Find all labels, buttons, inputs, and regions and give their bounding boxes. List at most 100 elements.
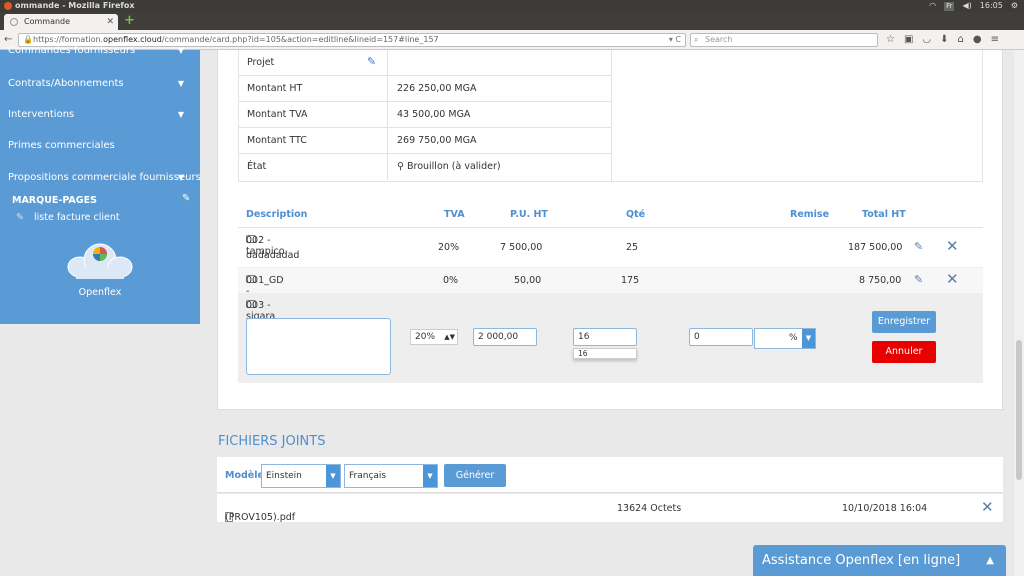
quantity-input[interactable]: 16	[573, 328, 637, 346]
delete-x-icon[interactable]: ✕	[946, 237, 959, 255]
system-tray: ◠ Fr ◀) 16:05 ⚙	[929, 0, 1018, 12]
window-title: ommande - Mozilla Firefox	[15, 1, 135, 10]
browser-tab[interactable]: Commande ✕	[4, 14, 118, 30]
delete-file-x-icon[interactable]: ✕	[981, 498, 994, 516]
lines-header: Description TVA P.U. HT Qté Remise Total…	[238, 200, 983, 228]
chevron-down-icon: ▼	[177, 173, 184, 182]
cancel-button[interactable]: Annuler	[872, 341, 936, 363]
wifi-icon[interactable]: ◠	[929, 0, 936, 12]
sidebar-item-primes[interactable]: Primes commerciales	[8, 139, 192, 153]
menu-icon[interactable]: ≡	[991, 34, 999, 45]
edit-pencil-icon[interactable]: ✎	[914, 240, 923, 253]
info-row-montant-ht: Montant HT 226 250,00 MGA	[239, 76, 611, 102]
tab-title: Commande	[24, 17, 71, 26]
sidebar-item-interventions[interactable]: Interventions ▼	[8, 108, 192, 122]
table-row: 001_GD - GOMME 0% 50,00 175 8 750,00 ✎ ✕	[238, 268, 983, 308]
download-icon[interactable]: ⬇	[940, 34, 948, 45]
reading-list-icon[interactable]: ▣	[904, 34, 913, 45]
os-title-bar: ommande - Mozilla Firefox ◠ Fr ◀) 16:05 …	[0, 0, 1024, 12]
description-textarea[interactable]	[246, 318, 391, 375]
line-total: 187 500,00	[848, 242, 903, 253]
files-toolbar: Modèle Einstein ▼ Français ▼ Générer	[217, 457, 1003, 493]
sidebar-item-propositions-fournisseurs[interactable]: Propositions commerciale fournisseurs ▼	[8, 171, 201, 185]
col-discount: Remise	[790, 209, 830, 220]
chat-icon[interactable]: ●	[973, 34, 982, 45]
col-description: Description	[246, 209, 308, 220]
file-date: 10/10/2018 16:04	[842, 503, 928, 514]
quantity-autocomplete-suggestion[interactable]: 16	[573, 348, 637, 359]
volume-icon[interactable]: ◀)	[962, 0, 971, 12]
url-path: /commande/card.php?id=105&action=editlin…	[161, 35, 439, 44]
generate-button[interactable]: Générer	[444, 464, 506, 487]
search-icon: ⌕	[694, 35, 699, 44]
tab-close-icon[interactable]: ✕	[106, 14, 114, 30]
save-button[interactable]: Enregistrer	[872, 311, 936, 333]
keyboard-layout-indicator[interactable]: Fr	[944, 1, 955, 11]
order-lines-table: Description TVA P.U. HT Qté Remise Total…	[238, 200, 983, 383]
tab-favicon-icon	[10, 18, 18, 26]
openflex-logo	[67, 243, 133, 279]
sidebar-item-commandes-fournisseurs[interactable]: Commandes fournisseurs ▼	[8, 44, 192, 58]
chevron-down-icon: ▼	[177, 110, 184, 119]
col-pu-ht: P.U. HT	[510, 209, 548, 220]
model-label: Modèle	[225, 470, 264, 481]
discount-unit-select[interactable]: % ▼	[754, 328, 816, 349]
search-input[interactable]: ⌕ Search	[690, 33, 878, 47]
line-tva: 0%	[443, 275, 459, 286]
order-card: Projet ✎ Montant HT 226 250,00 MGA Montant…	[217, 50, 1003, 410]
reload-icon[interactable]: ▾ C	[669, 34, 681, 46]
toolbar-icons: ☆ ▣ ◡ ⬇ ⌂ ● ≡	[886, 34, 999, 45]
delete-x-icon[interactable]: ✕	[946, 270, 959, 288]
sidebar-item-contrats[interactable]: Contrats/Abonnements ▼	[8, 77, 192, 91]
file-row: (PROV105).pdf 13624 Octets 10/10/2018 16…	[217, 494, 1003, 523]
bookmarks-heading: MARQUE-PAGES	[12, 195, 97, 206]
chevron-down-icon[interactable]: ▼	[326, 465, 340, 487]
pocket-icon[interactable]: ◡	[922, 34, 931, 45]
select-arrow-icon: ▲▼	[444, 333, 455, 341]
settings-gear-icon[interactable]: ⚙	[1011, 0, 1018, 12]
scroll-thumb[interactable]	[1016, 340, 1022, 480]
bookmark-star-icon[interactable]: ☆	[886, 34, 895, 45]
bookmark-add-icon[interactable]: ✎	[182, 193, 190, 204]
new-tab-button[interactable]: +	[124, 13, 135, 28]
discount-input[interactable]: 0	[689, 328, 753, 346]
tva-select[interactable]: 20% ▲▼	[410, 329, 458, 345]
chevron-down-icon: ▼	[177, 79, 184, 88]
model-select[interactable]: Einstein ▼	[261, 464, 341, 488]
edit-pencil-icon[interactable]: ✎	[914, 273, 923, 286]
chevron-down-icon: ▼	[177, 46, 184, 55]
line-qty: 175	[621, 275, 640, 286]
status-value: Brouillon (à valider)	[406, 161, 501, 172]
bookmark-link[interactable]: ✎ liste facture client	[16, 212, 120, 223]
logo-text: Openflex	[78, 287, 122, 298]
info-row-projet: Projet ✎	[239, 50, 611, 76]
pencil-icon: ✎	[16, 212, 24, 223]
chevron-down-icon[interactable]: ▼	[802, 329, 815, 348]
ubuntu-logo-icon[interactable]	[4, 1, 12, 10]
language-select[interactable]: Français ▼	[344, 464, 438, 488]
clock[interactable]: 16:05	[980, 0, 1003, 12]
edit-project-pencil-icon[interactable]: ✎	[367, 55, 376, 68]
chevron-down-icon[interactable]: ▼	[423, 465, 437, 487]
line-pu: 50,00	[514, 275, 542, 286]
left-sidebar: Commandes fournisseurs ▼ Contrats/Abonnem…	[0, 45, 201, 324]
line-qty: 25	[626, 242, 639, 253]
unit-price-input[interactable]: 2 000,00	[473, 328, 537, 346]
chevron-up-icon[interactable]: ▲	[986, 545, 994, 576]
order-info-table: Projet ✎ Montant HT 226 250,00 MGA Montant…	[238, 50, 983, 182]
search-placeholder: Search	[705, 35, 733, 44]
table-row: 002 - tampico dadadadad 20% 7 500,00 25 …	[238, 228, 983, 268]
col-tva: TVA	[444, 209, 465, 220]
draft-status-icon: ⚲	[397, 161, 407, 172]
url-prefix: https://formation.	[33, 35, 104, 44]
page-scrollbar[interactable]	[1014, 50, 1024, 576]
assistance-chat-widget[interactable]: Assistance Openflex [en ligne] ▲	[753, 545, 1006, 576]
url-host: openflex.cloud	[103, 35, 162, 44]
home-icon[interactable]: ⌂	[958, 34, 964, 45]
info-row-montant-ttc: Montant TTC 269 750,00 MGA	[239, 128, 611, 154]
file-size: 13624 Octets	[617, 503, 682, 514]
line-tva: 20%	[438, 242, 460, 253]
attached-files-title: FICHIERS JOINTS	[218, 434, 326, 449]
edit-line-row: 003 - sigara 20% ▲▼ 2 000,00 16 16 0 % ▼ E…	[238, 294, 983, 383]
tab-strip: Commande ✕ +	[0, 12, 1024, 30]
